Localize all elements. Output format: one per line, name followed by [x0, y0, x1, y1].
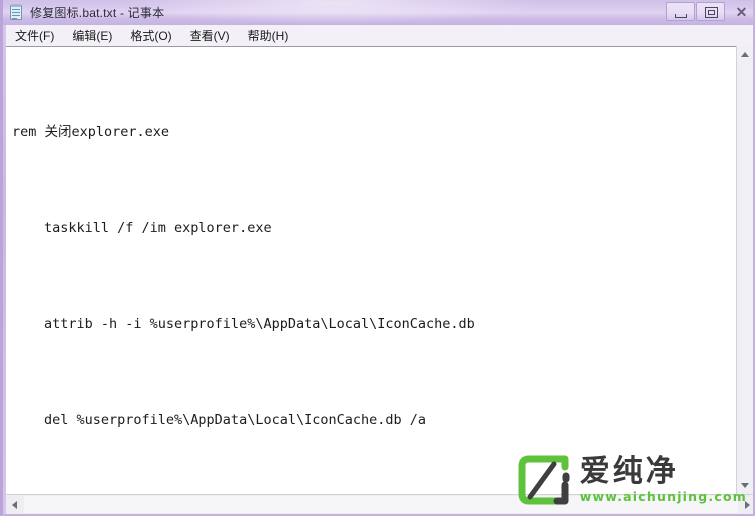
- notepad-icon: [9, 3, 25, 21]
- text-line: del %userprofile%\AppData\Local\IconCach…: [44, 412, 427, 428]
- text-line: attrib -h -i %userprofile%\AppData\Local…: [44, 316, 475, 332]
- text-line: rem 关闭explorer.exe: [12, 124, 170, 140]
- restore-icon-inner: [708, 10, 715, 15]
- scroll-down-button[interactable]: [737, 477, 753, 494]
- scroll-left-button[interactable]: [6, 496, 23, 513]
- text-editor-area[interactable]: rem 关闭explorer.exe taskkill /f /im explo…: [6, 46, 753, 494]
- minimize-button[interactable]: [666, 2, 695, 21]
- window-controls: ✕: [665, 1, 753, 22]
- title-bar[interactable]: 修复图标.bat.txt - 记事本 ✕: [3, 0, 753, 25]
- triangle-left-icon: [12, 500, 17, 509]
- horizontal-scrollbar[interactable]: [6, 494, 753, 514]
- maximize-restore-button[interactable]: [696, 2, 725, 21]
- menu-item-view[interactable]: 查看(V): [181, 25, 239, 46]
- minimize-icon: [675, 14, 687, 18]
- text-line: taskkill /f /im explorer.exe: [44, 220, 272, 236]
- close-button[interactable]: ✕: [726, 2, 753, 21]
- text-content[interactable]: rem 关闭explorer.exe taskkill /f /im explo…: [6, 47, 736, 494]
- menu-item-format[interactable]: 格式(O): [121, 25, 180, 46]
- triangle-down-icon: [741, 483, 749, 488]
- triangle-right-icon: [745, 500, 750, 509]
- menu-item-help[interactable]: 帮助(H): [239, 25, 298, 46]
- notepad-window: 修复图标.bat.txt - 记事本 ✕ 文件(F) 编辑(E) 格式(O) 查…: [0, 0, 755, 516]
- titlebar-glow: [123, 0, 543, 25]
- menu-bar: 文件(F) 编辑(E) 格式(O) 查看(V) 帮助(H): [6, 25, 753, 47]
- window-title: 修复图标.bat.txt - 记事本: [30, 6, 165, 20]
- close-icon: ✕: [735, 4, 748, 20]
- scroll-up-button[interactable]: [737, 46, 753, 63]
- scroll-right-button[interactable]: [739, 496, 753, 513]
- menu-item-edit[interactable]: 编辑(E): [63, 25, 121, 46]
- vertical-scrollbar[interactable]: [736, 46, 753, 494]
- triangle-up-icon: [741, 52, 749, 57]
- horizontal-scroll-track[interactable]: [24, 496, 738, 513]
- menu-item-file[interactable]: 文件(F): [6, 25, 63, 46]
